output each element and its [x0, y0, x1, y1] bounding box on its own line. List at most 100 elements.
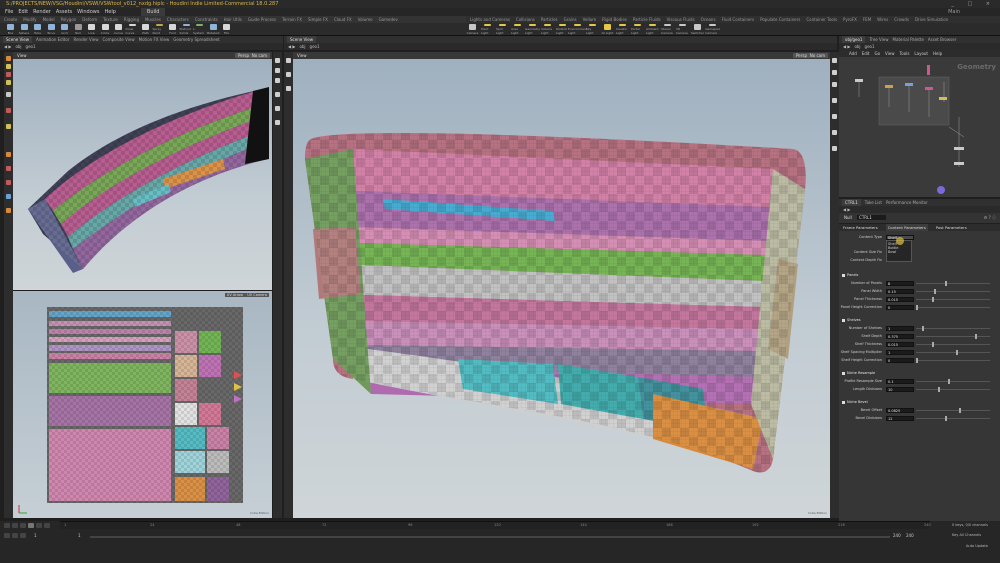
- tool-font[interactable]: Font: [166, 24, 179, 35]
- param-slider[interactable]: [916, 328, 990, 329]
- tool-gi-light[interactable]: GI Light: [601, 24, 614, 35]
- tool-spray-paint[interactable]: Spray Paint: [153, 24, 166, 35]
- param-slider-knob[interactable]: [955, 350, 958, 355]
- shading-mode-icon[interactable]: [275, 68, 280, 73]
- shelf-tab-left-2[interactable]: Model: [43, 16, 55, 23]
- gear-icon[interactable]: ⚙ ? ⓘ: [984, 213, 996, 223]
- param-value-field[interactable]: 0: [886, 305, 914, 310]
- points-display-icon[interactable]: [275, 92, 280, 97]
- tab-post-parameters[interactable]: Post Parameters: [936, 224, 967, 231]
- param-slider-knob[interactable]: [975, 334, 978, 339]
- tab-render-view[interactable]: Render View: [73, 36, 98, 43]
- shelf-tab-right-4[interactable]: Vellum: [583, 16, 597, 23]
- shelf-tab-right-7[interactable]: Viscous Fluids: [667, 16, 695, 23]
- brush-tool-icon[interactable]: [6, 152, 11, 157]
- param-slider-knob[interactable]: [937, 387, 940, 392]
- folder-niche-bevel[interactable]: Niche Bevel: [842, 399, 868, 405]
- tool-tube[interactable]: Tube: [31, 24, 44, 35]
- left-no-cam-menu[interactable]: No cam: [248, 53, 270, 58]
- menu-file[interactable]: File: [5, 8, 13, 16]
- shelf-tab-right-16[interactable]: Drive Simulation: [915, 16, 948, 23]
- keyframe-icon[interactable]: [20, 533, 26, 538]
- tool-path[interactable]: Path: [139, 24, 152, 35]
- shelf-tab-right-2[interactable]: Particles: [541, 16, 558, 23]
- param-slider-knob[interactable]: [948, 379, 951, 384]
- move-tool-icon[interactable]: [6, 64, 11, 69]
- network-menu-edit[interactable]: Edit: [862, 50, 870, 57]
- param-slider-knob[interactable]: [921, 326, 924, 331]
- uv-camera-menu[interactable]: UV Camera: [245, 293, 269, 297]
- param-slider[interactable]: [916, 344, 990, 345]
- tool-null[interactable]: Null: [72, 24, 85, 35]
- key-all-channels-button[interactable]: Key All Channels: [952, 533, 981, 537]
- left-3d-viewport[interactable]: [13, 59, 272, 290]
- shelf-tab-left-8[interactable]: Characters: [167, 16, 189, 23]
- center-display-options-icon[interactable]: [832, 58, 837, 63]
- normals-display-icon[interactable]: [275, 106, 280, 111]
- frame-end-field[interactable]: 240: [893, 533, 901, 538]
- shelf-tab-left-11[interactable]: Guide Process: [248, 16, 276, 23]
- tool-geometry-light[interactable]: Geometry Light: [525, 24, 540, 35]
- tab-material-palette[interactable]: Material Palette: [893, 36, 924, 43]
- shelf-tab-left-13[interactable]: Simple FX: [308, 16, 328, 23]
- shelf-tab-right-13[interactable]: FEM: [863, 16, 871, 23]
- rotate-tool-icon[interactable]: [6, 72, 11, 77]
- desktop-dropdown[interactable]: Main: [948, 8, 960, 16]
- display-options-icon[interactable]: [275, 58, 280, 63]
- params-back-arrow-icon[interactable]: ◀ ▶: [843, 207, 850, 212]
- center-no-cam-menu[interactable]: No cam: [806, 53, 828, 58]
- shelf-tab-right-14[interactable]: Wires: [877, 16, 888, 23]
- center-path-geo1[interactable]: geo1: [310, 44, 320, 49]
- center-3d-viewport[interactable]: Indie Edition: [293, 59, 830, 518]
- stop-icon[interactable]: [20, 523, 26, 528]
- folder-checkbox[interactable]: [842, 318, 845, 322]
- path-geo1[interactable]: geo1: [26, 44, 36, 49]
- tool-line[interactable]: Line: [85, 24, 98, 35]
- realtime-toggle-icon[interactable]: [4, 533, 10, 538]
- menu-windows[interactable]: Windows: [77, 8, 99, 16]
- tool-sky-light[interactable]: Sky Light: [586, 24, 599, 35]
- shelf-tab-left-14[interactable]: Cloud FX: [334, 16, 352, 23]
- build-dropdown[interactable]: Build: [140, 8, 166, 16]
- network-path-obj[interactable]: obj: [854, 44, 860, 49]
- shelf-tab-left-12[interactable]: Terrain FX: [282, 16, 302, 23]
- step-back-icon[interactable]: [12, 523, 18, 528]
- tool-ambient-light[interactable]: Ambient Light: [646, 24, 659, 35]
- tab-content-parameters[interactable]: Content Parameters: [885, 224, 928, 231]
- shelf-tab-left-5[interactable]: Texture: [103, 16, 118, 23]
- shelf-tab-right-15[interactable]: Crowds: [894, 16, 909, 23]
- center-move-icon[interactable]: [286, 72, 291, 77]
- shelf-tab-left-3[interactable]: Polygon: [61, 16, 77, 23]
- tool-stereo-camera[interactable]: Stereo Camera: [661, 24, 674, 35]
- network-menu-go[interactable]: Go: [875, 50, 881, 57]
- shelf-tab-left-6[interactable]: Rigging: [124, 16, 139, 23]
- tab-asset-browser[interactable]: Asset Browser: [928, 36, 956, 43]
- shelf-tab-right-3[interactable]: Grains: [564, 16, 577, 23]
- param-value-field[interactable]: 0.015: [886, 342, 914, 347]
- tool-volume-light[interactable]: Volume Light: [541, 24, 554, 35]
- tool-curve[interactable]: Curve: [112, 24, 125, 35]
- param-slider[interactable]: [916, 352, 990, 353]
- tool-spot-light[interactable]: Spot Light: [496, 24, 509, 35]
- tab-animation-editor[interactable]: Animation Editor: [36, 36, 70, 43]
- network-menu-view[interactable]: View: [885, 50, 895, 57]
- network-menu-help[interactable]: Help: [933, 50, 942, 57]
- tool-draw-curve[interactable]: Draw Curve: [126, 24, 139, 35]
- center-grid-icon[interactable]: [832, 130, 837, 135]
- auto-update-button[interactable]: Auto Update: [966, 544, 988, 548]
- scale-tool-icon[interactable]: [6, 80, 11, 85]
- shelf-tab-left-16[interactable]: Gamedev: [379, 16, 398, 23]
- menu-help[interactable]: Help: [104, 8, 115, 16]
- shelf-tab-left-0[interactable]: Create: [4, 16, 17, 23]
- menu-render[interactable]: Render: [33, 8, 51, 16]
- param-value-field[interactable]: 0.015: [886, 297, 914, 302]
- tool-point-light[interactable]: Point Light: [481, 24, 494, 35]
- param-slider[interactable]: [916, 410, 990, 411]
- center-shading-icon[interactable]: [832, 70, 837, 75]
- tool-l-system[interactable]: L-System: [193, 24, 206, 35]
- param-slider-knob[interactable]: [931, 297, 934, 302]
- tool-camera[interactable]: Camera: [466, 24, 479, 35]
- network-back-arrow-icon[interactable]: ◀ ▶: [843, 44, 850, 49]
- network-menu-add[interactable]: Add: [849, 50, 857, 57]
- center-light-icon[interactable]: [832, 146, 837, 151]
